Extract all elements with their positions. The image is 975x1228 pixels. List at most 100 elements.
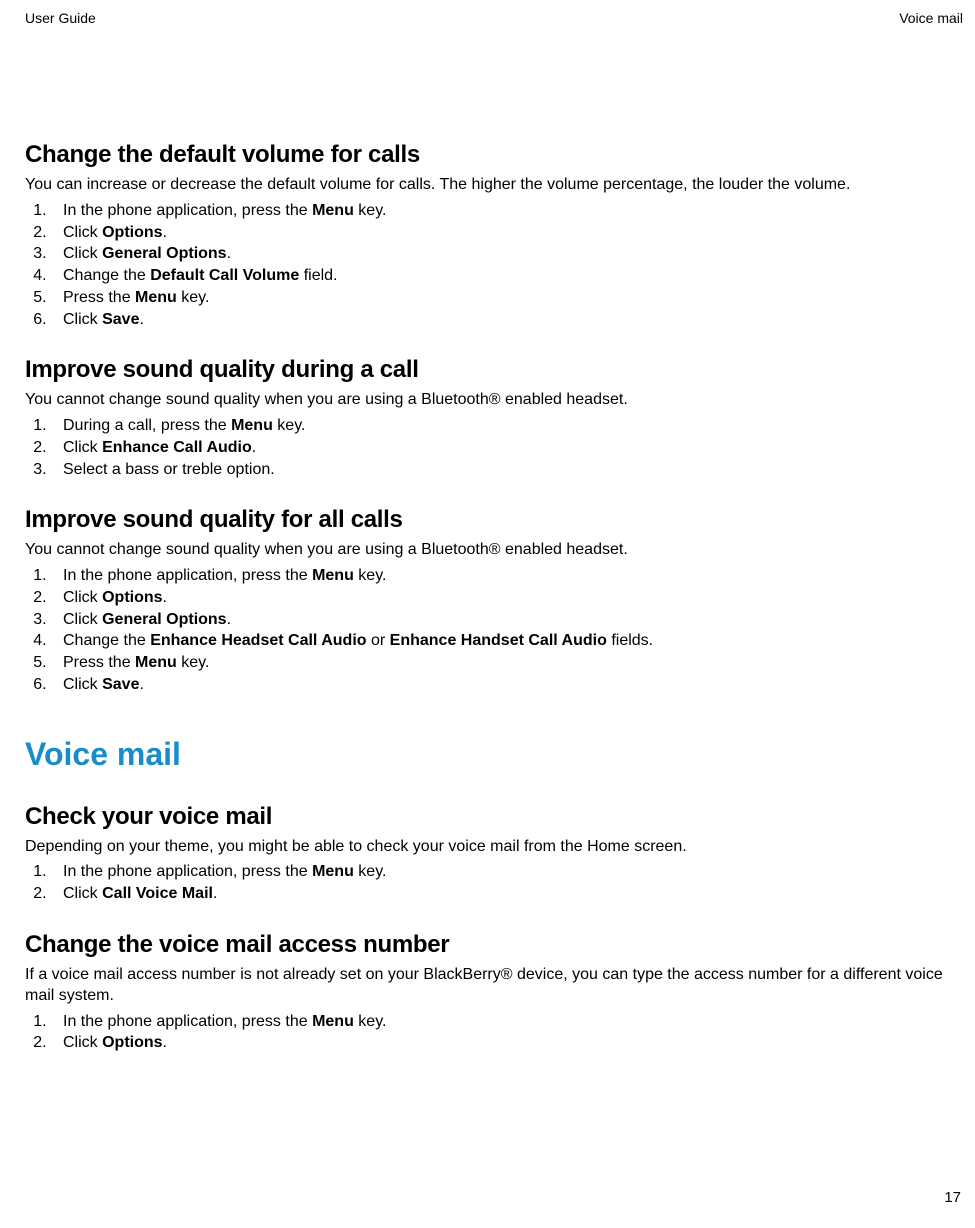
text-run: key.: [354, 1013, 387, 1030]
text-run: Click: [63, 885, 102, 902]
text-run: .: [252, 439, 256, 456]
text-run: key.: [354, 567, 387, 584]
page: User Guide Voice mail Change the default…: [0, 0, 975, 1228]
text-run: In the phone application, press the: [63, 863, 312, 880]
text-run: Menu: [135, 289, 177, 306]
step-item: Click Options.: [51, 587, 963, 609]
step-list: During a call, press the Menu key.Click …: [25, 415, 963, 480]
text-run: Enhance Headset Call Audio: [150, 632, 366, 649]
text-run: Menu: [312, 202, 354, 219]
text-run: Menu: [312, 863, 354, 880]
text-run: In the phone application, press the: [63, 567, 312, 584]
header-right: Voice mail: [899, 10, 963, 26]
chapter-heading: Voice mail: [25, 736, 963, 773]
text-run: Menu: [135, 654, 177, 671]
page-header: User Guide Voice mail: [25, 10, 963, 26]
text-run: Click: [63, 589, 102, 606]
text-run: Menu: [231, 417, 273, 434]
step-list: In the phone application, press the Menu…: [25, 1011, 963, 1055]
section-heading: Improve sound quality during a call: [25, 356, 963, 384]
text-run: key.: [177, 654, 210, 671]
text-run: Select a bass or treble option.: [63, 461, 275, 478]
step-item: Change the Enhance Headset Call Audio or…: [51, 630, 963, 652]
step-item: During a call, press the Menu key.: [51, 415, 963, 437]
chapter-sections-container: Check your voice mail Depending on your t…: [25, 803, 963, 1054]
section: Check your voice mail Depending on your t…: [25, 803, 963, 905]
text-run: General Options: [102, 611, 226, 628]
text-run: Menu: [312, 1013, 354, 1030]
step-item: In the phone application, press the Menu…: [51, 861, 963, 883]
text-run: Options: [102, 589, 162, 606]
text-run: General Options: [102, 245, 226, 262]
text-run: Press the: [63, 654, 135, 671]
step-list: In the phone application, press the Menu…: [25, 200, 963, 331]
header-left: User Guide: [25, 10, 96, 26]
sections-container: Change the default volume for calls You c…: [25, 141, 963, 696]
text-run: field.: [299, 267, 337, 284]
section-heading: Improve sound quality for all calls: [25, 506, 963, 534]
step-item: Click General Options.: [51, 609, 963, 631]
step-item: Click Options.: [51, 222, 963, 244]
text-run: Save: [102, 311, 139, 328]
text-run: Click: [63, 676, 102, 693]
step-item: Click General Options.: [51, 243, 963, 265]
step-item: Press the Menu key.: [51, 652, 963, 674]
text-run: key.: [354, 863, 387, 880]
section: Improve sound quality during a call You c…: [25, 356, 963, 480]
step-item: Change the Default Call Volume field.: [51, 265, 963, 287]
section-intro: You cannot change sound quality when you…: [25, 390, 963, 411]
text-run: .: [163, 589, 167, 606]
text-run: Enhance Call Audio: [102, 439, 252, 456]
page-number: 17: [944, 1189, 961, 1206]
step-item: Press the Menu key.: [51, 287, 963, 309]
text-run: In the phone application, press the: [63, 202, 312, 219]
text-run: Click: [63, 311, 102, 328]
text-run: Default Call Volume: [150, 267, 299, 284]
step-item: In the phone application, press the Menu…: [51, 1011, 963, 1033]
text-run: .: [139, 676, 143, 693]
text-run: fields.: [607, 632, 653, 649]
text-run: key.: [354, 202, 387, 219]
step-list: In the phone application, press the Menu…: [25, 861, 963, 905]
text-run: key.: [273, 417, 306, 434]
text-run: Click: [63, 1034, 102, 1051]
text-run: During a call, press the: [63, 417, 231, 434]
text-run: .: [227, 611, 231, 628]
text-run: Click: [63, 245, 102, 262]
step-item: In the phone application, press the Menu…: [51, 565, 963, 587]
text-run: .: [163, 1034, 167, 1051]
section-intro: You cannot change sound quality when you…: [25, 540, 963, 561]
section-intro: If a voice mail access number is not alr…: [25, 965, 963, 1007]
text-run: Save: [102, 676, 139, 693]
section: Change the voice mail access number If a …: [25, 931, 963, 1054]
text-run: Enhance Handset Call Audio: [390, 632, 607, 649]
text-run: Options: [102, 1034, 162, 1051]
text-run: .: [227, 245, 231, 262]
text-run: In the phone application, press the: [63, 1013, 312, 1030]
step-item: In the phone application, press the Menu…: [51, 200, 963, 222]
section: Improve sound quality for all calls You c…: [25, 506, 963, 695]
step-item: Click Call Voice Mail.: [51, 883, 963, 905]
text-run: .: [139, 311, 143, 328]
section-heading: Change the voice mail access number: [25, 931, 963, 959]
step-item: Click Save.: [51, 309, 963, 331]
step-item: Click Options.: [51, 1032, 963, 1054]
section: Change the default volume for calls You c…: [25, 141, 963, 330]
step-item: Select a bass or treble option.: [51, 459, 963, 481]
section-intro: You can increase or decrease the default…: [25, 175, 963, 196]
text-run: Options: [102, 224, 162, 241]
text-run: Call Voice Mail: [102, 885, 213, 902]
text-run: Click: [63, 611, 102, 628]
text-run: or: [367, 632, 390, 649]
text-run: Menu: [312, 567, 354, 584]
section-heading: Change the default volume for calls: [25, 141, 963, 169]
section-intro: Depending on your theme, you might be ab…: [25, 837, 963, 858]
text-run: Change the: [63, 632, 150, 649]
step-item: Click Save.: [51, 674, 963, 696]
text-run: Click: [63, 439, 102, 456]
section-heading: Check your voice mail: [25, 803, 963, 831]
text-run: .: [213, 885, 217, 902]
text-run: Click: [63, 224, 102, 241]
text-run: key.: [177, 289, 210, 306]
text-run: .: [163, 224, 167, 241]
